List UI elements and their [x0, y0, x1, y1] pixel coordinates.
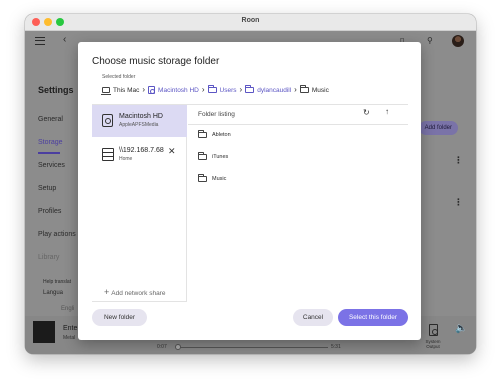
add-folder-button[interactable]: Add folder: [418, 121, 458, 135]
breadcrumb-music[interactable]: Music: [299, 85, 329, 94]
cancel-button[interactable]: Cancel: [293, 309, 333, 326]
computer-icon: [101, 87, 111, 95]
folder-icon: [198, 174, 207, 182]
folder-row-itunes[interactable]: iTunes: [198, 151, 228, 163]
add-network-share-label: Add network share: [111, 290, 166, 297]
breadcrumb-macintosh-hd[interactable]: Macintosh HD: [148, 86, 199, 94]
folder-row-music[interactable]: Music: [198, 173, 226, 185]
location-subtitle: Home: [119, 156, 133, 162]
folder-name: iTunes: [212, 154, 229, 160]
location-name: \\192.168.7.68: [119, 147, 164, 154]
locations-pane: Macintosh HD AppleAPFSMedia \\192.168.7.…: [92, 105, 187, 301]
location-name: Macintosh HD: [119, 113, 163, 120]
track-artist[interactable]: Metal: [63, 335, 75, 341]
server-icon: [102, 148, 114, 161]
folder-icon: [207, 85, 217, 93]
chevron-right-icon: ›: [142, 85, 146, 94]
breadcrumb-dylancaudill[interactable]: dylancaudill: [245, 85, 292, 94]
dialog-title: Choose music storage folder: [92, 56, 220, 67]
folder-icon: [198, 130, 207, 138]
window-title: Roon: [241, 17, 260, 24]
disk-icon: [102, 114, 113, 127]
location-macintosh-hd[interactable]: Macintosh HD AppleAPFSMedia: [92, 105, 187, 137]
output-label[interactable]: System Output: [422, 339, 444, 349]
settings-title: Settings: [38, 85, 74, 95]
search-icon[interactable]: ⚲: [427, 36, 433, 45]
selected-folder-label: Selected folder: [102, 74, 136, 80]
menu-icon[interactable]: [35, 37, 45, 45]
time-elapsed: 0:07: [157, 344, 167, 350]
breadcrumb-label: Macintosh HD: [158, 86, 199, 94]
chevron-right-icon: ›: [201, 85, 205, 94]
language-value[interactable]: Engli: [61, 306, 74, 312]
album-cover[interactable]: [33, 321, 55, 343]
language-label: Langua: [43, 290, 64, 296]
select-folder-button[interactable]: Select this folder: [338, 309, 408, 326]
track-title[interactable]: Ente: [63, 325, 77, 332]
divider: [188, 124, 408, 125]
breadcrumb-label: Users: [219, 86, 237, 94]
active-tab-underline: [38, 152, 60, 154]
folder-row-ableton[interactable]: Ableton: [198, 129, 231, 141]
remove-share-close-icon[interactable]: ✕: [168, 146, 176, 157]
choose-folder-dialog: Choose music storage folder Selected fol…: [78, 42, 421, 340]
arrow-up-icon[interactable]: ↑: [385, 107, 389, 116]
sidebar-item-library[interactable]: Library: [38, 254, 59, 261]
chevron-right-icon: ›: [294, 85, 297, 94]
folder-name: Music: [212, 176, 227, 182]
refresh-icon[interactable]: ↻: [363, 108, 370, 117]
avatar[interactable]: [452, 35, 464, 47]
divider: [92, 301, 187, 302]
disk-icon: [148, 86, 156, 94]
new-folder-button[interactable]: New folder: [92, 309, 147, 326]
breadcrumb-this-mac[interactable]: This Mac: [101, 86, 140, 95]
breadcrumb-label: Music: [311, 86, 329, 94]
folder-icon: [245, 85, 255, 93]
more-options-icon[interactable]: ⋮: [454, 197, 463, 208]
sidebar-item-setup[interactable]: Setup: [38, 185, 56, 192]
breadcrumb: This Mac › Macintosh HD › Users › dylanc…: [101, 84, 329, 96]
back-chevron-icon[interactable]: ‹: [63, 34, 66, 45]
title-bar: Roon: [25, 14, 476, 31]
speaker-icon[interactable]: [429, 324, 438, 336]
location-subtitle: AppleAPFSMedia: [119, 122, 159, 128]
chevron-right-icon: ›: [239, 85, 243, 94]
breadcrumb-users[interactable]: Users: [207, 85, 237, 94]
breadcrumb-label: dylancaudill: [257, 86, 292, 94]
sidebar-item-play-actions[interactable]: Play actions: [38, 231, 76, 238]
folder-icon: [198, 152, 207, 160]
more-options-icon[interactable]: ⋮: [454, 155, 463, 166]
help-translate-text: Help translat: [43, 279, 72, 285]
plus-icon: +: [104, 287, 110, 297]
folder-name: Ableton: [212, 132, 231, 138]
seek-handle[interactable]: [175, 344, 181, 350]
folder-icon: [299, 85, 309, 93]
sidebar-item-profiles[interactable]: Profiles: [38, 208, 61, 215]
volume-icon[interactable]: 🔈: [455, 323, 467, 334]
seek-bar[interactable]: [178, 347, 328, 348]
breadcrumb-label: This Mac: [113, 86, 140, 94]
sidebar-item-storage[interactable]: Storage: [38, 139, 63, 146]
add-network-share-button[interactable]: + Add network share: [104, 287, 165, 297]
sidebar-item-services[interactable]: Services: [38, 162, 65, 169]
folder-listing-header: Folder listing: [198, 111, 235, 118]
sidebar-item-general[interactable]: General: [38, 116, 63, 123]
time-total: 5:31: [331, 344, 341, 350]
